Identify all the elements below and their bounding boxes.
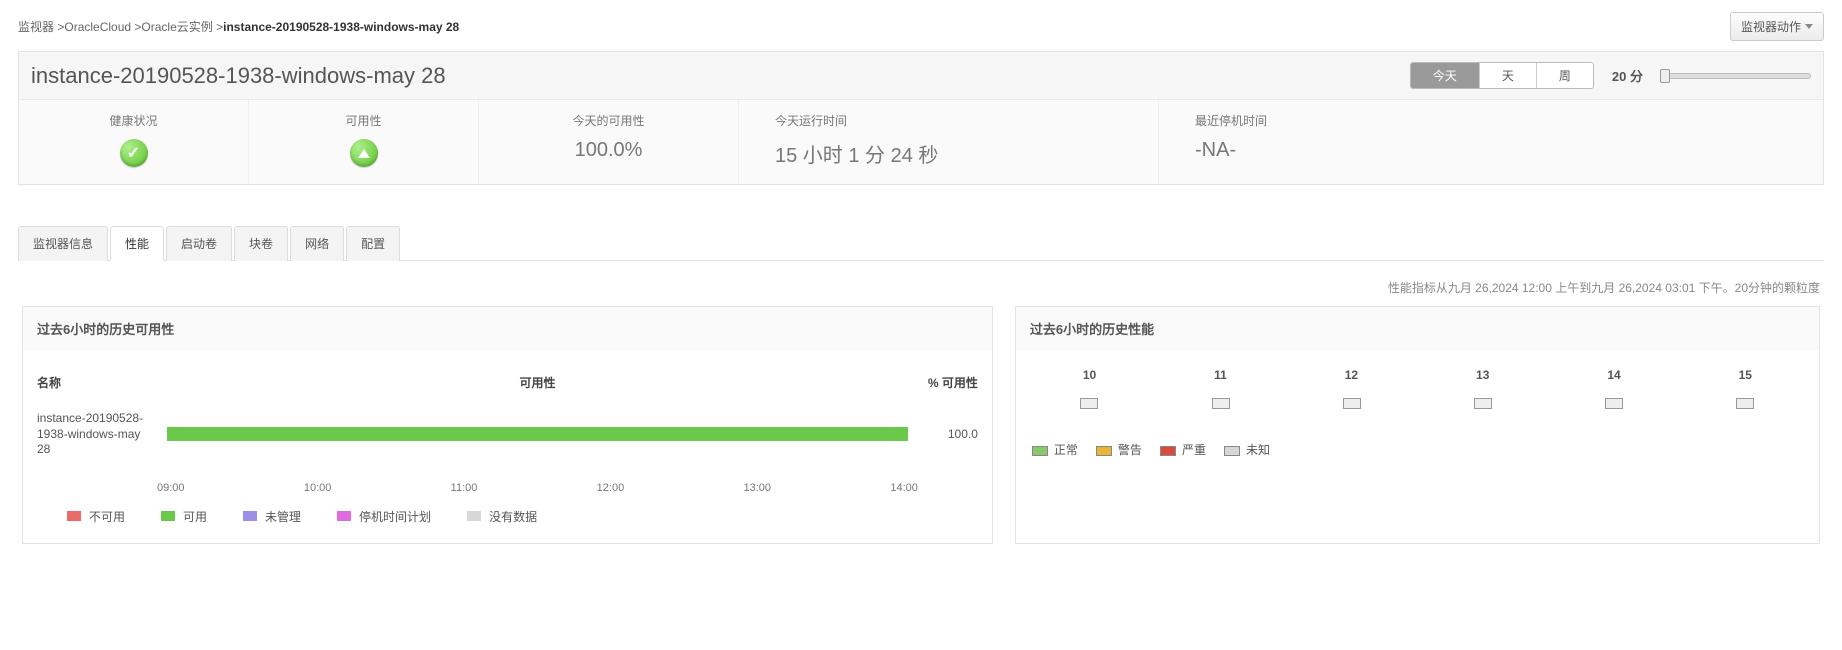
legend-downtime-plan: 停机时间计划: [359, 508, 431, 525]
downtime-value: -NA-: [1195, 139, 1799, 162]
tab-performance[interactable]: 性能: [110, 226, 164, 261]
monitor-actions-label: 监视器动作: [1741, 18, 1801, 35]
col-percent-header: % 可用性: [918, 360, 978, 405]
availability-time-axis: 09:00 10:00 11:00 12:00 13:00 14:00: [157, 482, 978, 494]
breadcrumb: 监视器 >OracleCloud >Oracle云实例 >instance-20…: [18, 18, 459, 35]
slider-thumb[interactable]: [1660, 69, 1670, 83]
tab-network[interactable]: 网络: [290, 226, 344, 261]
detail-tabs: 监视器信息 性能 启动卷 块卷 网络 配置: [18, 225, 1824, 261]
availability-up-icon: [350, 139, 378, 167]
perf-hour: 10: [1083, 368, 1096, 382]
swatch-unavailable: [67, 511, 81, 521]
legend-unknown: 未知: [1246, 443, 1270, 457]
breadcrumb-current: instance-20190528-1938-windows-may 28: [223, 20, 459, 34]
availability-label: 可用性: [273, 112, 454, 129]
performance-hours-row: 10 11 12 13 14 15: [1016, 350, 1819, 392]
availability-row-name: instance-20190528-1938-windows-may 28: [37, 405, 157, 464]
axis-tick: 12:00: [597, 482, 625, 494]
range-day-button[interactable]: 天: [1480, 63, 1537, 88]
range-week-button[interactable]: 周: [1537, 63, 1593, 88]
availability-history-card: 过去6小时的历史可用性 名称 可用性 % 可用性 instance-201905…: [22, 306, 993, 544]
performance-legend: 正常 警告 严重 未知: [1016, 435, 1819, 476]
legend-nodata: 没有数据: [489, 508, 537, 525]
perf-hour: 14: [1607, 368, 1620, 382]
swatch-available: [161, 511, 175, 521]
tab-block-volume[interactable]: 块卷: [234, 226, 288, 261]
perf-status-box[interactable]: [1605, 398, 1623, 409]
axis-tick: 13:00: [744, 482, 772, 494]
perf-hour: 12: [1345, 368, 1358, 382]
downtime-label: 最近停机时间: [1195, 112, 1799, 129]
performance-history-title: 过去6小时的历史性能: [1016, 307, 1819, 350]
legend-critical: 严重: [1182, 443, 1206, 457]
col-availability-header: 可用性: [167, 360, 908, 405]
range-today-button[interactable]: 今天: [1411, 63, 1480, 88]
perf-status-box[interactable]: [1474, 398, 1492, 409]
axis-tick: 10:00: [304, 482, 332, 494]
granularity-label: 20 分: [1612, 66, 1643, 85]
perf-hour: 13: [1476, 368, 1489, 382]
caret-down-icon: [1805, 24, 1813, 29]
perf-hour: 11: [1214, 368, 1227, 382]
summary-panel: instance-20190528-1938-windows-may 28 今天…: [18, 51, 1824, 185]
axis-tick: 14:00: [890, 482, 918, 494]
performance-history-card: 过去6小时的历史性能 10 11 12 13 14 15 正常 警告: [1015, 306, 1820, 544]
health-ok-icon: [120, 139, 148, 167]
swatch-warning: [1096, 446, 1112, 456]
swatch-downtime-plan: [337, 511, 351, 521]
breadcrumb-link[interactable]: OracleCloud: [64, 20, 131, 34]
perf-status-box[interactable]: [1343, 398, 1361, 409]
time-range-segment: 今天 天 周: [1410, 62, 1594, 89]
uptime-value: 15 小时 1 分 24 秒: [775, 139, 1134, 168]
performance-status-row: [1016, 392, 1819, 435]
availability-row-percent: 100.0: [918, 427, 978, 441]
metric-range-info: 性能指标从九月 26,2024 12:00 上午到九月 26,2024 03:0…: [22, 279, 1820, 296]
today-availability-value: 100.0%: [503, 139, 714, 162]
col-name-header: 名称: [37, 360, 157, 405]
swatch-critical: [1160, 446, 1176, 456]
page-title: instance-20190528-1938-windows-may 28: [31, 63, 446, 89]
swatch-unmanaged: [243, 511, 257, 521]
legend-normal: 正常: [1054, 443, 1078, 457]
swatch-nodata: [467, 511, 481, 521]
perf-hour: 15: [1739, 368, 1752, 382]
perf-status-box[interactable]: [1736, 398, 1754, 409]
availability-history-title: 过去6小时的历史可用性: [23, 307, 992, 350]
uptime-label: 今天运行时间: [775, 112, 1134, 129]
axis-tick: 11:00: [451, 482, 478, 494]
perf-status-box[interactable]: [1080, 398, 1098, 409]
legend-unavailable: 不可用: [89, 508, 125, 525]
tab-boot-volume[interactable]: 启动卷: [166, 226, 232, 261]
swatch-unknown: [1224, 446, 1240, 456]
legend-available: 可用: [183, 508, 207, 525]
tab-config[interactable]: 配置: [346, 226, 400, 261]
health-label: 健康状况: [43, 112, 224, 129]
monitor-actions-button[interactable]: 监视器动作: [1730, 12, 1824, 41]
availability-legend: 不可用 可用 未管理 停机时间计划 没有数据: [37, 508, 978, 525]
tab-monitor-info[interactable]: 监视器信息: [18, 226, 108, 261]
today-availability-label: 今天的可用性: [503, 112, 714, 129]
swatch-normal: [1032, 446, 1048, 456]
legend-unmanaged: 未管理: [265, 508, 301, 525]
availability-bar: [167, 427, 908, 441]
breadcrumb-link[interactable]: Oracle云实例: [141, 20, 212, 34]
breadcrumb-link[interactable]: 监视器: [18, 20, 54, 34]
granularity-slider[interactable]: [1661, 73, 1811, 79]
axis-tick: 09:00: [157, 482, 185, 494]
legend-warning: 警告: [1118, 443, 1142, 457]
perf-status-box[interactable]: [1212, 398, 1230, 409]
